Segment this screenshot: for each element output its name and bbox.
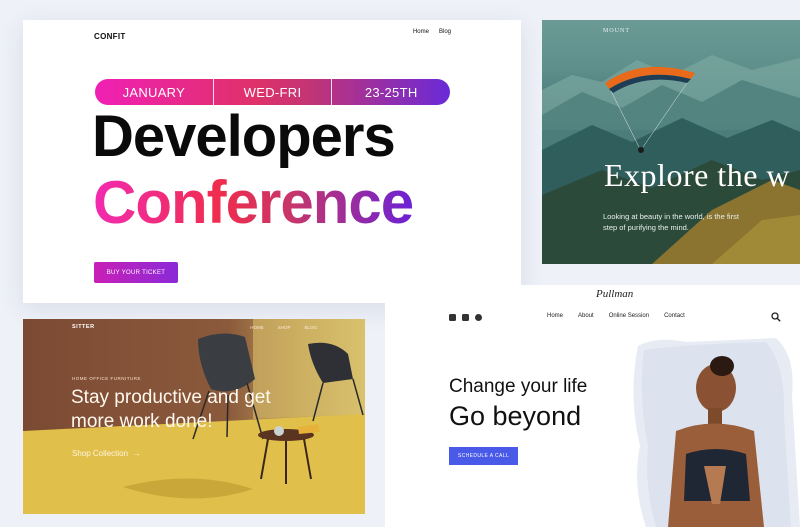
wellness-card: Pullman Home About Online Session Contac… <box>385 285 800 527</box>
conference-card: CONFIT Home Blog JANUARY WED-FRI 23-25TH… <box>23 20 521 303</box>
mount-brand[interactable]: MOUNT <box>603 28 630 34</box>
mountain-card: MOUNT Explore the w Looking at beauty in… <box>542 20 800 264</box>
furniture-card: SITTER HOME SHOP BLOG HOME OFFICE FURNIT… <box>23 319 365 514</box>
date-pill: JANUARY WED-FRI 23-25TH <box>95 79 450 105</box>
buy-ticket-button[interactable]: BUY YOUR TICKET <box>94 262 178 283</box>
pullman-logo[interactable]: Pullman <box>596 288 633 300</box>
confit-logo[interactable]: CONFIT <box>94 32 126 41</box>
explore-subtitle: Looking at beauty in the world, is the f… <box>603 212 739 232</box>
shop-collection-label: Shop Collection <box>72 449 129 458</box>
furniture-heading: Stay productive and get more work done! <box>71 387 271 432</box>
furniture-nav: HOME SHOP BLOG <box>250 325 317 330</box>
explore-heading: Explore the w <box>604 157 790 193</box>
date-month: JANUARY <box>122 84 186 100</box>
nav-home[interactable]: Home <box>547 313 563 319</box>
nav-shop[interactable]: SHOP <box>278 325 291 330</box>
youtube-icon[interactable] <box>449 314 456 321</box>
woman-meditating-image <box>633 338 800 527</box>
wellness-nav: Home About Online Session Contact <box>547 313 685 319</box>
furniture-eyebrow: HOME OFFICE FURNITURE <box>72 376 141 381</box>
change-life-heading: Change your life <box>449 376 588 397</box>
conference-nav: Home Blog <box>413 29 451 35</box>
nav-home[interactable]: HOME <box>250 325 264 330</box>
search-icon[interactable] <box>771 312 781 322</box>
schedule-call-button[interactable]: SCHEDULE A CALL <box>449 447 518 465</box>
globe-icon[interactable] <box>475 314 482 321</box>
nav-blog[interactable]: BLOG <box>304 325 317 330</box>
conference-title-line2: Conference <box>93 169 414 236</box>
go-beyond-heading: Go beyond <box>449 401 582 431</box>
arrow-right-icon: → <box>133 449 142 458</box>
shop-collection-link[interactable]: Shop Collection → <box>72 449 141 458</box>
nav-contact[interactable]: Contact <box>664 313 685 319</box>
linkedin-icon[interactable] <box>462 314 469 321</box>
date-range: 23-25TH <box>331 79 450 105</box>
nav-online-session[interactable]: Online Session <box>609 313 649 319</box>
social-links <box>449 314 482 321</box>
sitter-logo[interactable]: SITTER <box>72 324 95 330</box>
nav-home[interactable]: Home <box>413 29 429 35</box>
nav-blog[interactable]: Blog <box>439 29 451 35</box>
nav-about[interactable]: About <box>578 313 594 319</box>
date-days: WED-FRI <box>212 79 332 105</box>
conference-title-line1: Developers <box>92 104 396 169</box>
